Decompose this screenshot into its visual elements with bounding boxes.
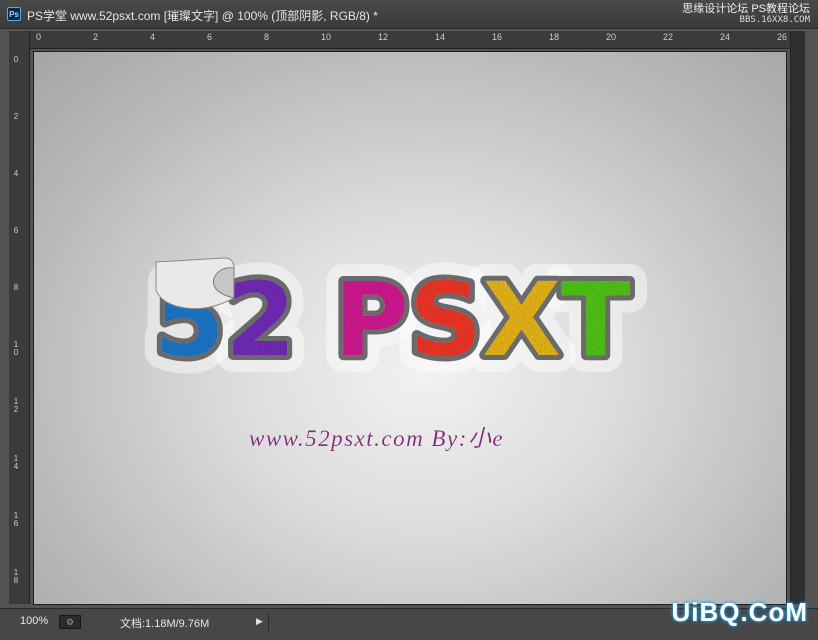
page-curl-sticker: [155, 257, 235, 310]
watermark-top-line1: 思缘设计论坛 PS教程论坛: [682, 3, 810, 15]
ruler-h-label: 4: [150, 32, 156, 42]
ruler-h-label: 2: [93, 32, 99, 42]
ruler-h-label: 16: [492, 32, 503, 42]
byline-text: www.52psxt.com By:小e: [249, 426, 504, 451]
horizontal-ruler[interactable]: 0 2 4 6 8 10 12 14 16 18 20 22 24 26: [30, 31, 790, 49]
logo-letters: PSXT: [334, 261, 631, 380]
ruler-v-label: 0: [13, 55, 19, 64]
ruler-h-label: 22: [663, 32, 674, 42]
logo-char: 2: [225, 261, 296, 380]
ruler-h-label: 18: [549, 32, 560, 42]
status-bar: 100% ⚙ 文档:1.18M/9.76M ▶ UiBQ.CoM: [0, 597, 818, 640]
document-tab-bar: Ps PS学堂 www.52psxt.com [璀璨文字] @ 100% (顶部…: [0, 0, 818, 29]
ruler-h-label: 26: [777, 32, 788, 42]
ruler-v-label: 1 6: [13, 511, 19, 528]
logo-char: X: [482, 261, 561, 380]
ruler-h-label: 12: [378, 32, 389, 42]
photoshop-app-icon: Ps: [7, 7, 21, 21]
ruler-v-label: 8: [13, 283, 19, 292]
efficiency-icon[interactable]: ⚙: [59, 615, 81, 629]
ruler-v-label: 1 0: [13, 340, 19, 357]
ruler-h-label: 20: [606, 32, 617, 42]
zoom-level[interactable]: 100%: [20, 615, 48, 627]
status-menu-arrow[interactable]: ▶: [256, 616, 263, 627]
watermark-top: 思缘设计论坛 PS教程论坛 BBS.16XX8.COM: [682, 4, 810, 26]
status-divider: [268, 613, 269, 631]
logo-char: P: [334, 261, 409, 380]
artwork: 52 PSXT 52 PSXT 52 PSXT www.52psxt.com B…: [137, 244, 648, 451]
watermark-top-line2: BBS.16XX8.COM: [739, 15, 810, 25]
ruler-v-label: 6: [13, 226, 19, 235]
ruler-h-label: 0: [36, 32, 42, 42]
ruler-v-label: 1 8: [13, 568, 19, 585]
logo-char: T: [561, 261, 631, 380]
ruler-v-label: 1 4: [13, 454, 19, 471]
ruler-v-label: 1 2: [13, 397, 19, 414]
ruler-h-label: 14: [435, 32, 446, 42]
ruler-h-label: 24: [720, 32, 731, 42]
ruler-origin[interactable]: [9, 31, 30, 49]
ruler-v-label: 4: [13, 169, 19, 178]
vertical-ruler[interactable]: 0 2 4 6 8 1 0 1 2 1 4 1 6 1 8: [9, 48, 30, 604]
ruler-h-label: 8: [264, 32, 270, 42]
ruler-h-label: 10: [321, 32, 332, 42]
watermark-bottom: UiBQ.CoM: [671, 597, 808, 627]
ruler-v-label: 2: [13, 112, 19, 121]
document-info[interactable]: 文档:1.18M/9.76M: [120, 615, 209, 631]
vertical-scrollbar[interactable]: [790, 31, 805, 604]
document-canvas[interactable]: 52 PSXT 52 PSXT 52 PSXT www.52psxt.com B…: [33, 51, 787, 605]
document-tab-title[interactable]: PS学堂 www.52psxt.com [璀璨文字] @ 100% (顶部阴影,…: [27, 7, 378, 24]
ruler-h-label: 6: [207, 32, 213, 42]
logo-char: S: [409, 261, 482, 380]
